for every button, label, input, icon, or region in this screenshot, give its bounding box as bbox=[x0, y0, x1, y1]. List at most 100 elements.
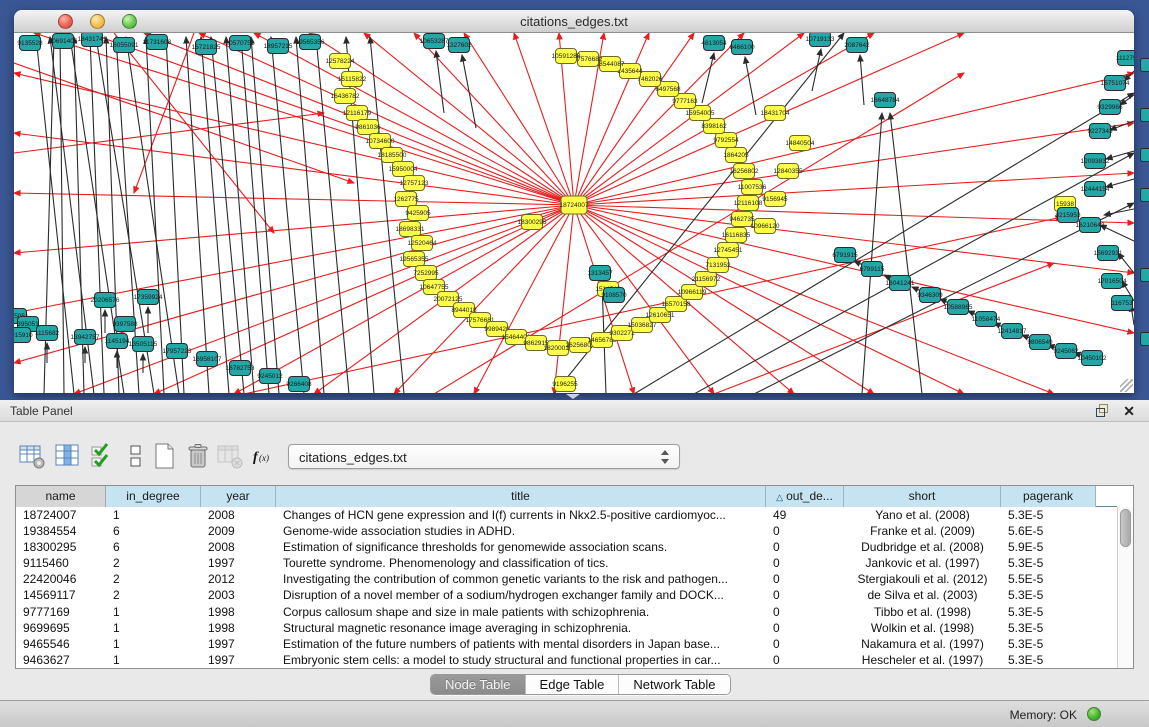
table-cell: 9699695 bbox=[16, 620, 106, 636]
scrollbar-thumb[interactable] bbox=[1120, 509, 1131, 547]
table-cell: 18300295 bbox=[16, 539, 106, 555]
memory-status-label: Memory: OK bbox=[1010, 708, 1077, 722]
column-header-pagerank[interactable]: pagerank bbox=[1001, 486, 1096, 507]
graph-edge[interactable] bbox=[462, 55, 476, 128]
new-column-icon[interactable] bbox=[150, 442, 178, 470]
clipped-node-fragment bbox=[1140, 188, 1149, 202]
column-header-title[interactable]: title bbox=[276, 486, 766, 507]
graph-edge[interactable] bbox=[1106, 179, 1134, 187]
graph-edge[interactable] bbox=[199, 33, 574, 205]
column-header-label: pagerank bbox=[1023, 489, 1073, 503]
column-header-name[interactable]: name bbox=[16, 486, 106, 507]
table-row[interactable]: 1830029562008Estimation of significance … bbox=[16, 539, 1117, 555]
graph-edge[interactable] bbox=[554, 205, 574, 393]
graph-edge[interactable] bbox=[296, 37, 324, 393]
table-cell: Wolkin et al. (1998) bbox=[844, 620, 1001, 636]
graph-edge[interactable] bbox=[702, 53, 714, 103]
panel-divider-handle[interactable] bbox=[566, 394, 580, 399]
graph-edge[interactable] bbox=[14, 193, 574, 205]
column-header-out_de[interactable]: △out_de... bbox=[766, 486, 844, 507]
table-cell: 19384554 bbox=[16, 523, 106, 539]
vertical-scrollbar[interactable] bbox=[1117, 507, 1133, 668]
graph-edge[interactable] bbox=[370, 37, 404, 393]
tab-node-table[interactable]: Node Table bbox=[431, 675, 526, 694]
graph-edge[interactable] bbox=[860, 55, 864, 105]
graph-edge[interactable] bbox=[364, 33, 574, 205]
column-header-year[interactable]: year bbox=[201, 486, 276, 507]
graph-edge[interactable] bbox=[1104, 209, 1134, 215]
resize-grip[interactable] bbox=[1120, 379, 1133, 392]
table-cell: Tourette syndrome. Phenomenology and cla… bbox=[276, 555, 766, 571]
graph-edge[interactable] bbox=[114, 33, 274, 233]
column-header-short[interactable]: short bbox=[844, 486, 1001, 507]
graph-edge[interactable] bbox=[34, 33, 574, 205]
graph-edge[interactable] bbox=[14, 133, 574, 205]
graph-node-label: 16436782 bbox=[331, 93, 360, 100]
network-window[interactable]: citations_edges.txt 12578224151158221643… bbox=[14, 10, 1134, 393]
column-visibility-icon[interactable] bbox=[53, 442, 81, 470]
window-titlebar[interactable]: citations_edges.txt bbox=[14, 10, 1134, 33]
graph-node-label: 15721825 bbox=[192, 44, 221, 51]
graph-edge[interactable] bbox=[574, 205, 1134, 223]
graph-edge[interactable] bbox=[1100, 225, 1134, 241]
table-cell: de Silva et al. (2003) bbox=[844, 587, 1001, 603]
table-row[interactable]: 946554611997Estimation of the future num… bbox=[16, 636, 1117, 652]
graph-edge[interactable] bbox=[211, 37, 244, 393]
table-row[interactable]: 2242004622012Investigating the contribut… bbox=[16, 571, 1117, 587]
graph-edge[interactable] bbox=[394, 205, 574, 393]
table-cell: Estimation of significance thresholds fo… bbox=[276, 539, 766, 555]
close-panel-icon[interactable]: ✕ bbox=[1123, 402, 1135, 420]
graph-edge[interactable] bbox=[574, 205, 1134, 273]
graph-node-label: 4813054 bbox=[701, 40, 727, 47]
graph-node-label: 16648784 bbox=[871, 97, 900, 104]
unselect-rows-icon[interactable] bbox=[122, 442, 150, 470]
column-header-in_degree[interactable]: in_degree bbox=[106, 486, 201, 507]
graph-edge[interactable] bbox=[574, 205, 1054, 393]
graph-node-label: 16041241 bbox=[886, 280, 915, 287]
table-cell: 2008 bbox=[201, 507, 276, 523]
table-row[interactable]: 911546021997Tourette syndrome. Phenomeno… bbox=[16, 555, 1117, 571]
network-canvas[interactable]: 1257822415115822164367821211617998610361… bbox=[14, 33, 1134, 393]
graph-node-label: 18698331 bbox=[396, 226, 425, 233]
tab-network-table[interactable]: Network Table bbox=[619, 675, 729, 694]
table-cell: Investigating the contribution of common… bbox=[276, 571, 766, 587]
tab-edge-table[interactable]: Edge Table bbox=[526, 675, 620, 694]
function-builder-icon[interactable]: f (x) bbox=[250, 442, 278, 470]
float-panel-icon[interactable] bbox=[1096, 404, 1109, 417]
table-body: 1872400712008Changes of HCN gene express… bbox=[16, 507, 1117, 668]
clipped-node-fragment bbox=[1140, 108, 1149, 122]
graph-node-label: 17016504 bbox=[1098, 278, 1127, 285]
graph-node-label: 18431741 bbox=[78, 36, 107, 43]
table-row[interactable]: 1872400712008Changes of HCN gene express… bbox=[16, 507, 1117, 523]
table-row[interactable]: 969969511998Structural magnetic resonanc… bbox=[16, 620, 1117, 636]
table-row[interactable]: 1456911722003Disruption of a novel membe… bbox=[16, 587, 1117, 603]
table-row[interactable]: 1938455462009Genome-wide association stu… bbox=[16, 523, 1117, 539]
column-header-label: title bbox=[511, 489, 530, 503]
select-all-rows-icon[interactable] bbox=[88, 442, 116, 470]
table-cell: 1997 bbox=[201, 636, 276, 652]
table-cell: 6 bbox=[106, 523, 201, 539]
node-table: namein_degreeyear title △out_de...short pag… bbox=[15, 485, 1134, 669]
graph-edge[interactable] bbox=[166, 37, 184, 393]
graph-edge[interactable] bbox=[60, 37, 64, 393]
graph-node-label: 18300295 bbox=[518, 219, 547, 226]
table-mode-icon[interactable] bbox=[18, 442, 46, 470]
delete-column-icon[interactable] bbox=[184, 442, 212, 470]
table-cell: 49 bbox=[766, 507, 844, 523]
table-cell: 5.3E-5 bbox=[1001, 604, 1096, 620]
table-cell: 1997 bbox=[201, 555, 276, 571]
graph-edge[interactable] bbox=[574, 173, 1134, 205]
graph-edge[interactable] bbox=[812, 49, 821, 91]
graph-edge[interactable] bbox=[574, 123, 1134, 205]
table-select-dropdown[interactable]: citations_edges.txt bbox=[288, 444, 680, 469]
graph-edge[interactable] bbox=[862, 113, 882, 393]
table-cell: Changes of HCN gene expression and I(f) … bbox=[276, 507, 766, 523]
graph-node-label: 17957223 bbox=[163, 348, 192, 355]
delete-table-icon[interactable] bbox=[216, 442, 244, 470]
graph-node-label: 12116108 bbox=[734, 200, 763, 207]
table-cell: 0 bbox=[766, 636, 844, 652]
table-row[interactable]: 946362711997Embryonic stem cells: a mode… bbox=[16, 652, 1117, 668]
clipped-node-fragment bbox=[1140, 268, 1149, 282]
table-row[interactable]: 977716911998Corpus callosum shape and si… bbox=[16, 604, 1117, 620]
graph-node-label: 15938 bbox=[1056, 201, 1074, 208]
